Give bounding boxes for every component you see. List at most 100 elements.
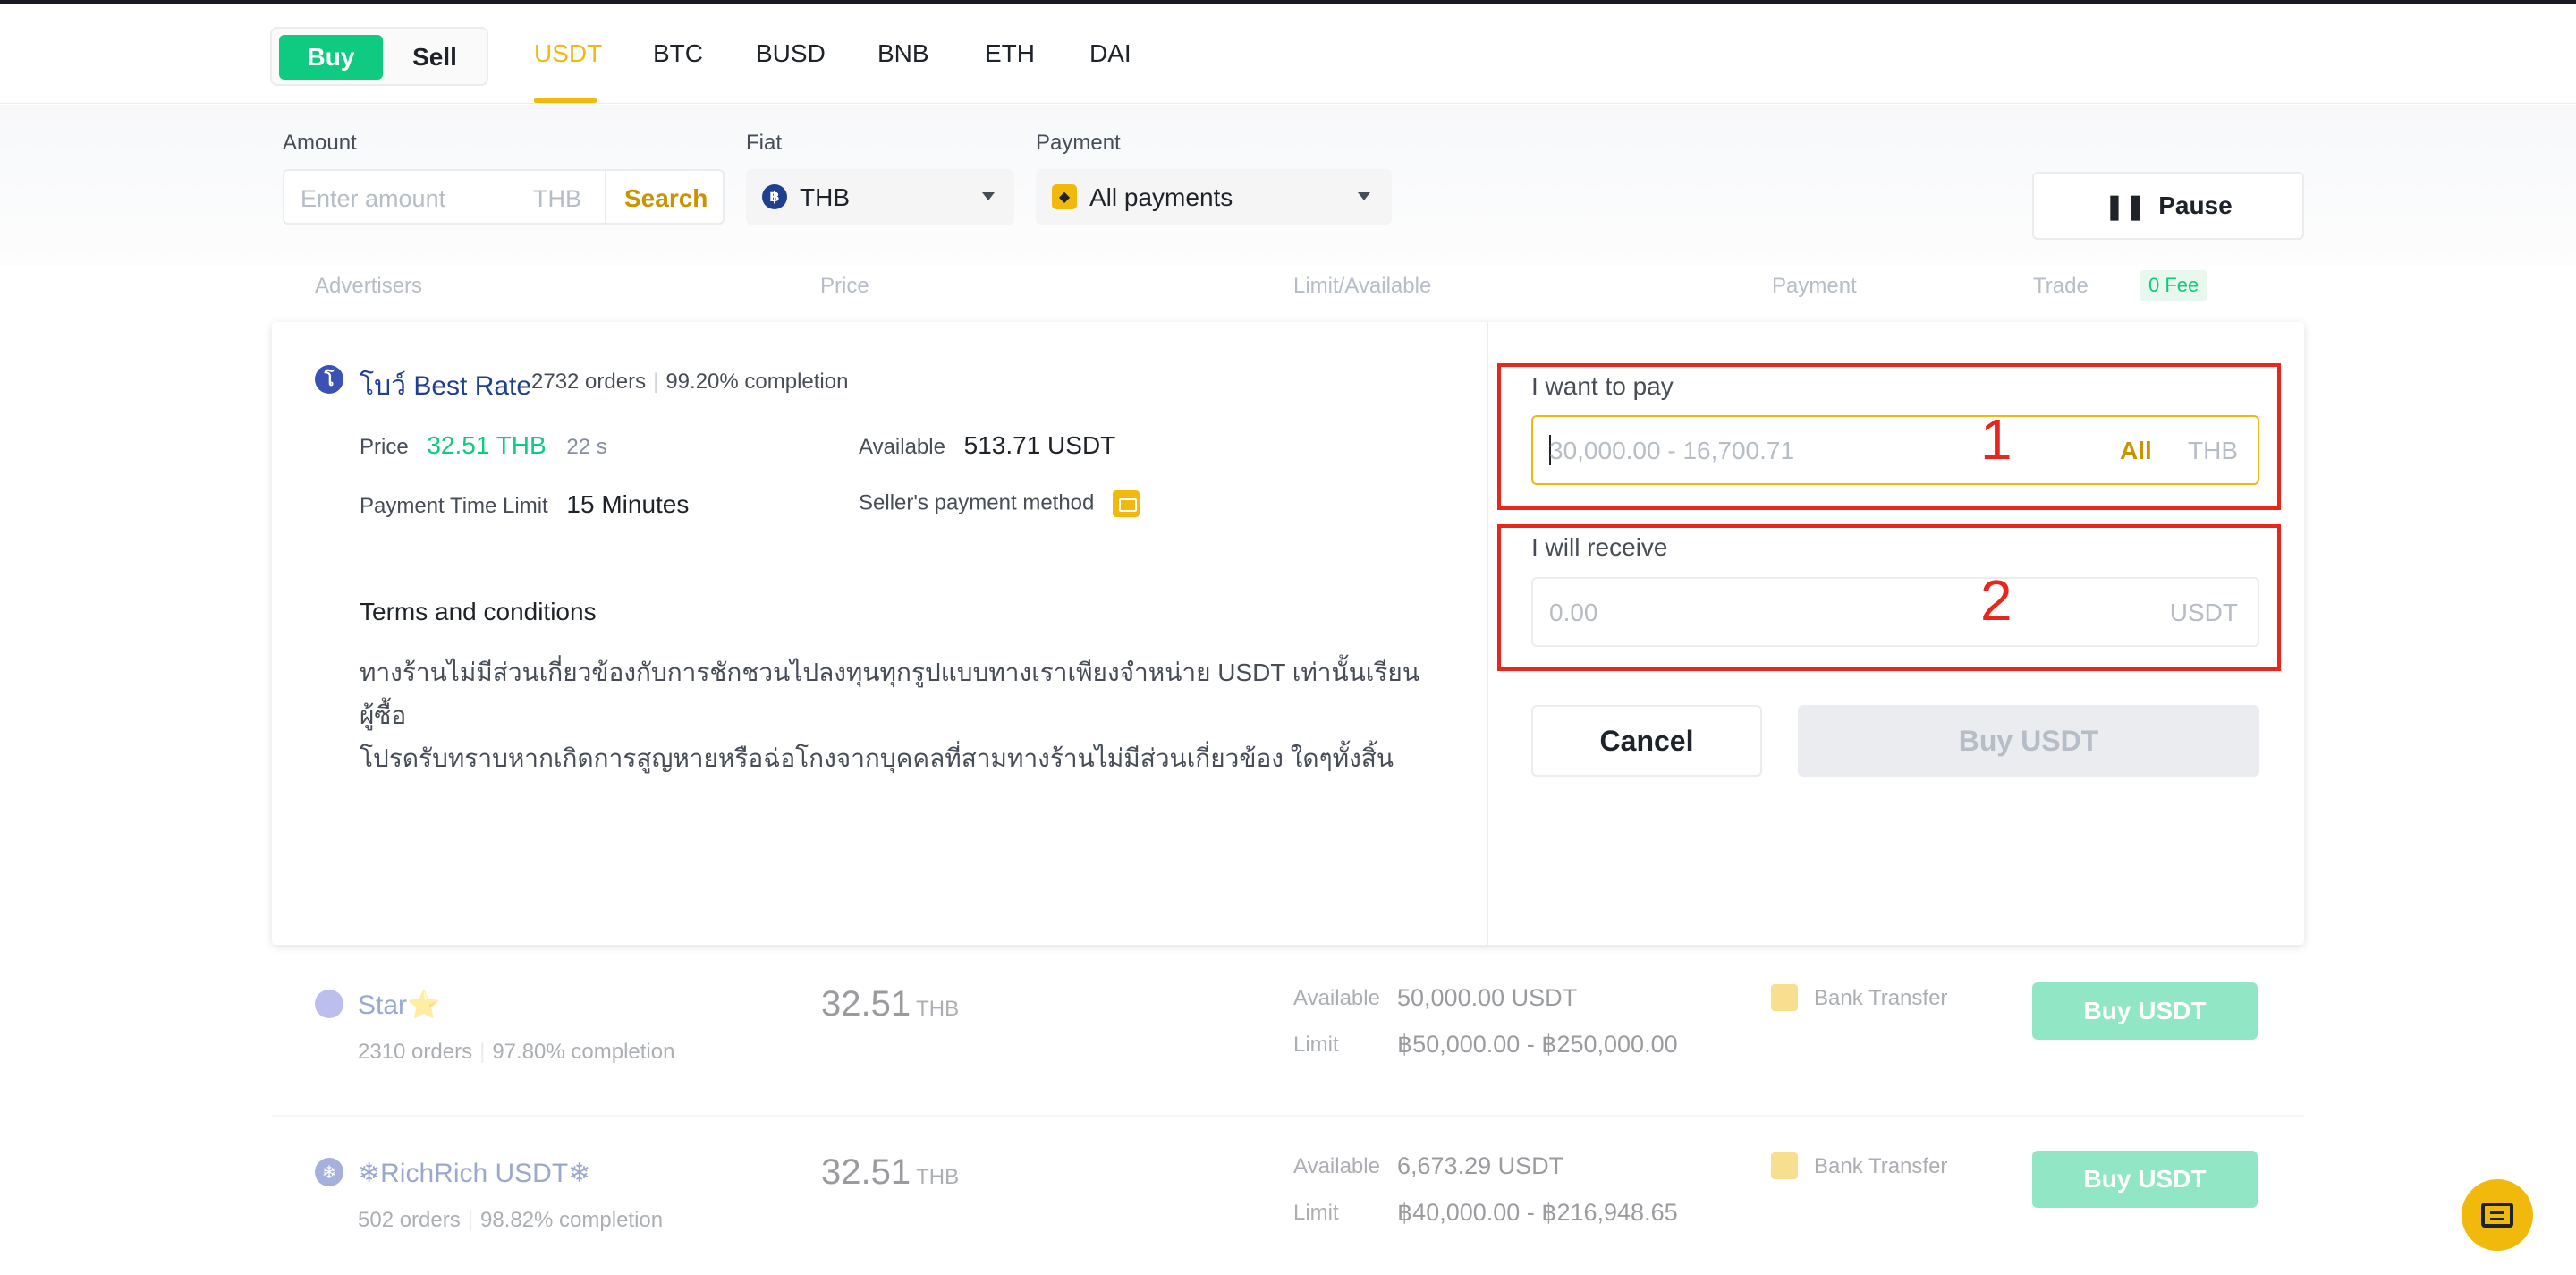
price-timer: 22 s: [566, 435, 607, 459]
search-button[interactable]: Search: [624, 184, 708, 213]
advertiser-stats: 2310 orders | 97.80% completion: [358, 1040, 675, 1064]
row-price: 32.51 THB: [821, 1152, 959, 1193]
col-limit: Limit/Available: [1293, 274, 1432, 298]
chat-support-button[interactable]: [2462, 1179, 2533, 1251]
seller-method-row: Seller's payment method: [859, 490, 1140, 517]
pause-label: Pause: [2158, 191, 2233, 219]
available-label: Available: [1293, 1154, 1380, 1178]
terms-text: ทางร้านไม่มีส่วนเกี่ยวข้องกับการชักชวนไป…: [360, 651, 1433, 780]
payment-value: All payments: [1089, 183, 1233, 211]
time-limit-label: Payment Time Limit: [360, 494, 548, 518]
available-value: 513.71 USDT: [963, 431, 1116, 459]
row-divider: [272, 1115, 2304, 1117]
order-count: 2732 orders: [531, 370, 647, 394]
price-value: 32.51: [821, 984, 911, 1024]
terms-line: ทางร้านไม่มีส่วนเกี่ยวข้องกับการชักชวนไป…: [360, 659, 1419, 729]
advertiser-name[interactable]: โบว์ Best Rate: [360, 365, 531, 407]
avatar: ❄: [315, 1158, 343, 1186]
annotation-label-2: 2: [1980, 568, 2012, 633]
zero-fee-badge: 0 Fee: [2140, 270, 2208, 301]
chat-icon: [2481, 1203, 2513, 1228]
col-payment: Payment: [1772, 274, 1857, 298]
annotation-label-1: 1: [1980, 407, 2012, 472]
bank-card-icon: [1771, 984, 1798, 1011]
payment-method: Bank Transfer: [1814, 1154, 1948, 1178]
fiat-select[interactable]: ฿ THB: [746, 169, 1014, 225]
buy-tab[interactable]: Buy: [279, 35, 383, 80]
pause-button[interactable]: ❚❚ Pause: [2032, 172, 2304, 240]
completion-rate: 99.20% completion: [665, 370, 849, 394]
buy-usdt-button[interactable]: Buy USDT: [2032, 982, 2258, 1040]
price-unit: THB: [916, 1165, 960, 1189]
price-row: Price 32.51 THB 22 s: [360, 431, 607, 460]
buy-usdt-button[interactable]: Buy USDT: [2032, 1151, 2258, 1208]
available-row: Available 513.71 USDT: [859, 431, 1115, 460]
cancel-button[interactable]: Cancel: [1531, 705, 1762, 777]
time-limit-row: Payment Time Limit 15 Minutes: [360, 490, 689, 519]
payment-filter-label: Payment: [1036, 131, 1121, 155]
price-value: 32.51: [821, 1152, 911, 1192]
annotation-box-2: [1497, 524, 2281, 671]
row-price: 32.51 THB: [821, 984, 959, 1024]
tab-dai[interactable]: DAI: [1089, 39, 1131, 68]
order-count: 2310 orders: [358, 1040, 473, 1064]
completion-rate: 98.82% completion: [479, 1208, 664, 1232]
limit-value: ฿50,000.00 - ฿250,000.00: [1397, 1031, 1678, 1058]
table-row: ❄ ❄RichRich USDT❄ 502 orders | 98.82% comp…: [272, 1118, 2304, 1275]
payment-select[interactable]: ◆ All payments: [1036, 169, 1392, 225]
fiat-label: Fiat: [746, 131, 783, 155]
limit-label: Limit: [1293, 1033, 1339, 1057]
available-value: 50,000.00 USDT: [1397, 984, 1578, 1011]
col-advertisers: Advertisers: [315, 274, 423, 298]
active-tab-indicator: [534, 98, 597, 103]
tab-eth[interactable]: ETH: [985, 39, 1035, 68]
amount-label: Amount: [283, 131, 357, 155]
order-count: 502 orders: [358, 1208, 461, 1232]
tab-bnb[interactable]: BNB: [877, 39, 929, 68]
payment-method-icon: ◆: [1052, 184, 1077, 209]
buy-sell-toggle: Buy Sell: [270, 27, 488, 86]
amount-currency: THB: [533, 185, 581, 212]
seller-method-label: Seller's payment method: [859, 490, 1095, 515]
payment-method: Bank Transfer: [1814, 986, 1948, 1010]
price-label: Price: [360, 435, 409, 459]
bank-card-icon: [1771, 1152, 1798, 1179]
amount-separator: [605, 171, 606, 223]
time-limit-value: 15 Minutes: [566, 490, 690, 518]
baht-icon: ฿: [762, 184, 787, 209]
pause-icon: ❚❚: [2104, 191, 2147, 220]
price-unit: THB: [916, 997, 960, 1021]
annotation-box-1: [1497, 363, 2281, 510]
fiat-value: THB: [800, 183, 850, 211]
tab-btc[interactable]: BTC: [653, 39, 703, 68]
card-divider: [1487, 322, 1488, 945]
available-label: Available: [1293, 986, 1380, 1010]
limit-value: ฿40,000.00 - ฿216,948.65: [1397, 1199, 1678, 1226]
sell-tab[interactable]: Sell: [386, 35, 483, 80]
terms-title: Terms and conditions: [360, 598, 597, 625]
advertiser-stats: 502 orders | 98.82% completion: [358, 1208, 664, 1232]
amount-placeholder: Enter amount: [301, 185, 446, 212]
completion-rate: 97.80% completion: [492, 1040, 675, 1064]
table-row: Star⭐ 2310 orders | 97.80% completion 32.5…: [272, 950, 2304, 1117]
buy-usdt-button[interactable]: Buy USDT: [1798, 705, 2259, 777]
tab-usdt[interactable]: USDT: [534, 39, 602, 68]
col-price: Price: [820, 274, 869, 298]
advertiser-stats: 2732 orders | 99.20% completion: [531, 370, 849, 394]
price-value: 32.51 THB: [427, 431, 547, 459]
available-label: Available: [859, 435, 945, 459]
tab-busd[interactable]: BUSD: [756, 39, 826, 68]
asset-tab-bar: Buy Sell USDT BTC BUSD BNB ETH DAI: [0, 4, 2576, 104]
bank-card-icon: [1113, 490, 1140, 517]
col-trade: Trade: [2033, 274, 2089, 298]
limit-label: Limit: [1293, 1201, 1339, 1225]
chevron-down-icon: [1358, 192, 1370, 200]
chevron-down-icon: [982, 192, 995, 200]
avatar: โ: [315, 365, 343, 394]
amount-input[interactable]: Enter amount THB Search: [283, 169, 724, 225]
terms-line: โปรดรับทราบหากเกิดการสูญหายหรือฉ่อโกงจาก…: [360, 744, 1394, 772]
advertiser-name[interactable]: ❄RichRich USDT❄: [358, 1158, 590, 1189]
advertiser-name[interactable]: Star⭐: [358, 990, 440, 1021]
available-value: 6,673.29 USDT: [1397, 1152, 1564, 1179]
avatar: [315, 990, 343, 1018]
